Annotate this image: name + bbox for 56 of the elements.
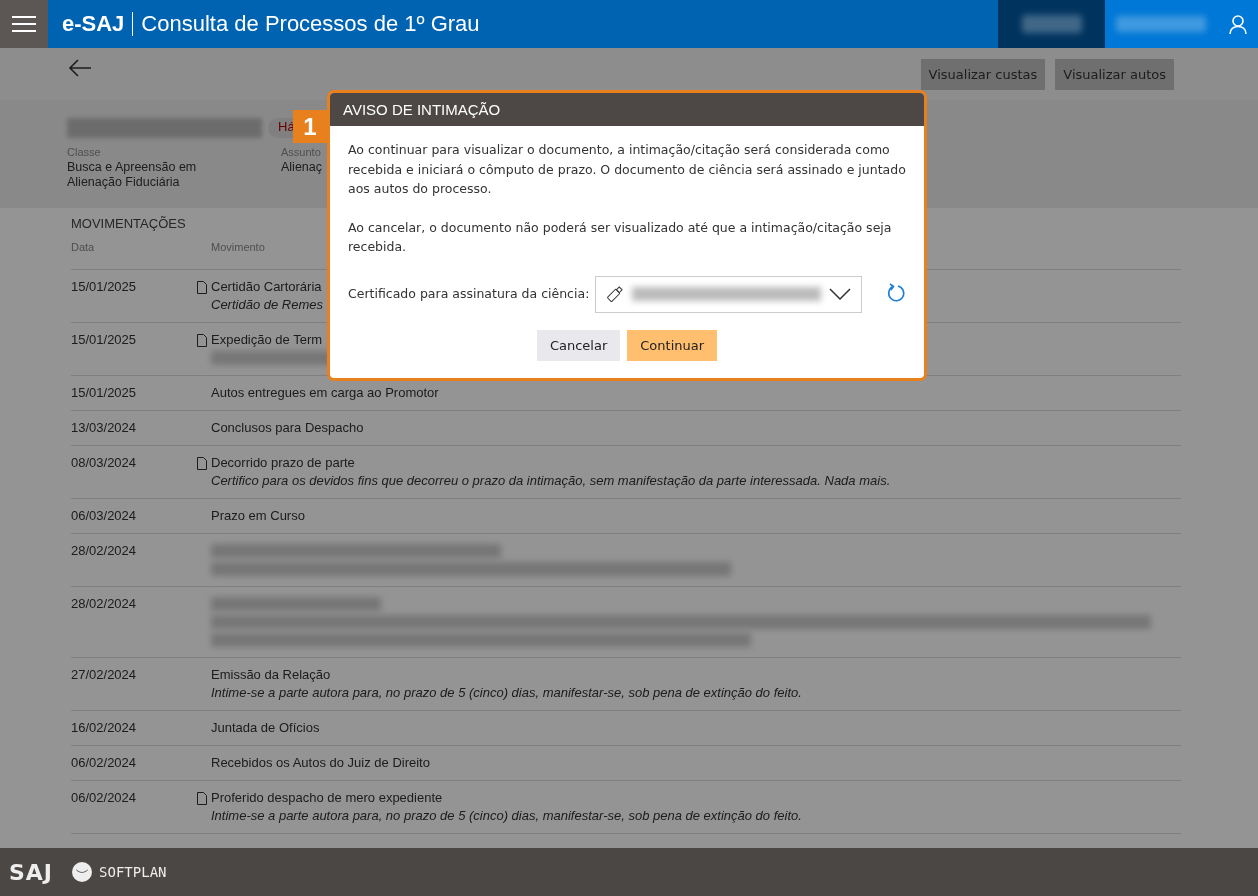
section-title: MOVIMENTAÇÕES xyxy=(71,216,186,231)
usb-drive-icon xyxy=(606,285,625,303)
movement-description: Certidão de Remes xyxy=(211,296,323,314)
user-icon[interactable] xyxy=(1228,14,1247,34)
movement-title: Proferido despacho de mero expediente xyxy=(211,789,443,807)
back-button[interactable] xyxy=(68,58,92,78)
movement-title: Autos entregues em carga ao Promotor xyxy=(211,384,439,402)
softplan-logo: SOFTPLAN xyxy=(99,864,167,880)
movement-date: 16/02/2024 xyxy=(71,719,138,737)
movement-date: 13/03/2024 xyxy=(71,419,138,437)
movement-date: 27/02/2024 xyxy=(71,666,138,684)
menu-icon[interactable] xyxy=(12,16,36,32)
document-icon[interactable] xyxy=(197,334,207,347)
dialog-title: AVISO DE INTIMAÇÃO xyxy=(330,93,924,126)
movement-date: 06/02/2024 xyxy=(71,789,138,807)
field-label: Certificado para assinatura da ciência: xyxy=(348,285,590,304)
movement-title: Juntada de Ofícios xyxy=(211,719,320,737)
movement-date: 06/03/2024 xyxy=(71,507,138,525)
chevron-down-icon xyxy=(829,288,851,300)
movement-date: 28/02/2024 xyxy=(71,595,138,613)
field-label: Assunto xyxy=(281,146,321,158)
continue-button[interactable]: Continuar xyxy=(627,329,718,361)
column-header: Movimento xyxy=(211,241,265,255)
movement-title: Recebidos os Autos do Juiz de Direito xyxy=(211,754,430,772)
document-icon[interactable] xyxy=(197,457,207,470)
column-header: Data xyxy=(71,241,96,255)
menu-button[interactable] xyxy=(0,0,48,48)
movement-description: Certifico para os devidos fins que decorreu o prazo da intimação, sem manifestação da parte interessada. Nada mais. xyxy=(211,472,891,490)
dialog-text: Ao continuar para visualizar o documento, a intimação/citação será considerada como recebida e iniciará o cômputo de prazo. O documento de ciência será assinado e juntado aos autos do processo. xyxy=(348,141,906,198)
document-icon[interactable] xyxy=(197,281,207,294)
field-value: Busca e Apreensão em Alienação Fiduciária xyxy=(67,160,198,190)
movement-description: Intime-se a parte autora para, no prazo de 5 (cinco) dias, manifestar-se, sob pena de extinção do feito. xyxy=(211,684,802,702)
movement-date: 06/02/2024 xyxy=(71,754,138,772)
movement-date: 15/01/2025 xyxy=(71,384,138,402)
movement-date: 15/01/2025 xyxy=(71,331,138,349)
movement-title: Prazo em Curso xyxy=(211,507,305,525)
movement-date: 08/03/2024 xyxy=(71,454,138,472)
movement-description: Intime-se a parte autora para, no prazo de 5 (cinco) dias, manifestar-se, sob pena de extinção do feito. xyxy=(211,807,802,825)
redacted-block xyxy=(1021,15,1082,33)
movement-title: Certidão Cartorária xyxy=(211,278,322,296)
softplan-logo-icon xyxy=(71,861,94,883)
field-value: Alienaç xyxy=(281,160,322,175)
document-icon[interactable] xyxy=(197,792,207,805)
movement-title: Emissão da Relação xyxy=(211,666,331,684)
app-brand: e-SAJ xyxy=(62,11,125,37)
dialog-text: Ao cancelar, o documento não poderá ser visualizado até que a intimação/citação seja recebida. xyxy=(348,218,893,256)
movement-title: Expedição de Term xyxy=(211,331,323,349)
page-title: Consulta de Processos de 1º Grau xyxy=(141,11,480,37)
field-label: Classe xyxy=(67,146,101,158)
movement-title: Conclusos para Despacho xyxy=(211,419,364,437)
movement-date: 28/02/2024 xyxy=(71,542,138,560)
movement-title: Decorrido prazo de parte xyxy=(211,454,355,472)
movement-date: 15/01/2025 xyxy=(71,278,138,296)
step-badge: 1 xyxy=(293,110,327,143)
cancel-button[interactable]: Cancelar xyxy=(536,329,621,361)
saj-logo: SAJ xyxy=(9,859,54,885)
